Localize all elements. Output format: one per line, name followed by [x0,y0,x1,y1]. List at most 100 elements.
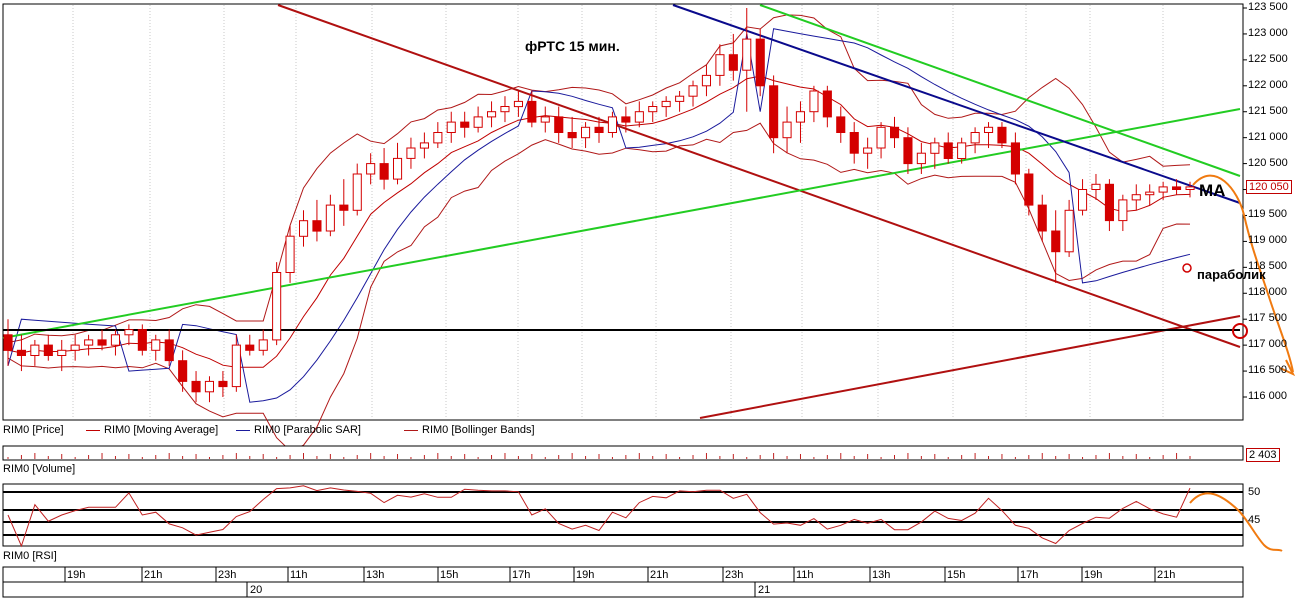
candle-down [1172,186,1182,190]
candle-up [795,111,806,123]
candle-up [930,142,940,154]
volume-last-badge: 2 403 [1246,448,1280,462]
candle-up [352,173,362,211]
candle-down [903,137,913,165]
candle-down [1104,183,1115,222]
chart-canvas [0,0,1296,603]
candle-down [769,85,779,139]
time-label: 23h [725,569,744,581]
candle-up [1158,186,1168,193]
candle-up [1091,183,1101,191]
candle-up [782,121,792,139]
candle-up [970,132,980,144]
candle-up [231,344,241,388]
candle-up [110,334,121,346]
price-tick-label: 117 500 [1248,312,1287,325]
candle-up [607,116,618,134]
candle-down [943,142,953,159]
candle-down [997,126,1007,144]
candle-up [366,163,376,175]
rsi-pane-label: RIM0 [RSI] [3,550,57,562]
candle-down [621,116,631,123]
candle-up [70,344,80,351]
candle-up [1078,189,1088,211]
candle-up [1131,194,1141,201]
candle-up [916,152,926,165]
candle-down [312,220,322,232]
candle-down [822,90,832,118]
candle-down [594,126,604,134]
price-tick-label: 123 500 [1248,1,1288,13]
rsi-pane [2,483,1244,547]
price-tick-label: 121 500 [1248,104,1288,117]
candle-up [661,100,671,108]
time-label: 19h [67,569,86,581]
candle-down [836,116,846,134]
time-label: 17h [512,569,531,581]
candle-up [84,339,94,346]
legend-price: RIM0 [Price] [3,424,64,436]
candle-up [742,38,752,71]
candle-up [500,106,510,113]
price-tick-label: 122 500 [1248,52,1288,65]
candle-up [272,272,282,341]
candle-up [258,339,268,351]
candle-up [701,74,712,87]
candle-down [178,360,188,382]
candle-down [379,163,389,180]
time-label: 21h [650,569,669,581]
candle-down [97,339,107,346]
candle-down [164,339,174,362]
time-label: 13h [366,569,385,581]
time-label: 11h [290,569,308,581]
price-tick-label: 116 000 [1248,390,1287,402]
candle-up [124,329,134,336]
candle-up [393,157,403,180]
last-price-badge: 120 050 [1246,180,1292,194]
candle-down [16,349,26,356]
candle-up [863,147,873,154]
candle-up [581,126,591,139]
candle-up [446,121,456,133]
candle-down [567,132,577,139]
price-tick-label: 120 500 [1248,156,1288,169]
time-label: 15h [440,569,459,581]
price-tick-label: 123 000 [1248,26,1288,39]
candle-up [151,339,161,351]
time-label: 13h [872,569,891,581]
candle-up [688,85,698,97]
candle-up [30,344,40,357]
candle-down [1010,142,1021,175]
candle-up [1118,199,1128,222]
legend-parabolic-sar: RIM0 [Parabolic SAR] [236,424,361,436]
candle-up [419,142,429,149]
price-tick-label: 116 500 [1248,364,1287,377]
time-label: 21h [144,569,163,581]
date-label: 21 [758,584,771,596]
candle-up [204,380,214,393]
candle-down [728,54,738,71]
candle-up [1185,186,1195,190]
candle-up [634,111,644,123]
price-tick-label: 119 500 [1248,208,1287,221]
candle-up [675,95,685,102]
candle-up [809,90,819,113]
candle-up [957,142,967,159]
candle-up [487,111,497,118]
chart-title: фРТС 15 мин. [525,38,620,54]
candle-up [513,100,524,108]
time-label: 11h [796,569,814,581]
candle-down [755,38,765,87]
annotation-ma: MA [1199,181,1226,200]
candle-down [43,344,53,357]
price-tick-label: 118 000 [1248,286,1287,299]
candle-up [57,349,67,356]
candle-up [433,132,443,144]
time-label: 21h [1157,569,1176,581]
time-label: 15h [947,569,966,581]
candle-down [245,344,255,351]
candle-down [527,100,537,123]
price-tick-label: 121 000 [1248,130,1288,143]
candle-up [473,116,483,128]
candle-up [984,126,994,134]
